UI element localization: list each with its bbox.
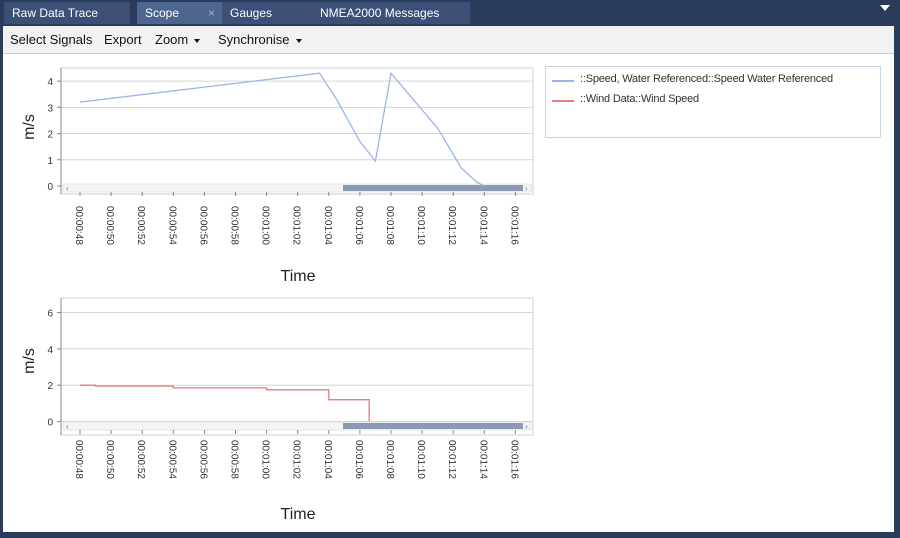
legend-label: ::Speed, Water Referenced::Speed Water R… — [580, 73, 833, 85]
y-tick-label: 1 — [47, 156, 53, 167]
x-tick-label: 00:00:50 — [104, 440, 115, 479]
x-tick-label: 00:01:08 — [384, 206, 395, 245]
x-tick-label: 00:00:54 — [166, 206, 177, 245]
x-tick-label: 00:00:58 — [229, 206, 240, 245]
plot-area — [60, 67, 534, 195]
scroll-right-icon: › — [525, 184, 528, 193]
x-tick-label: 00:01:10 — [415, 440, 426, 479]
y-tick-label: 4 — [47, 345, 53, 356]
tab-label: NMEA2000 Messages — [320, 6, 440, 20]
y-tick-label: 6 — [47, 309, 53, 320]
legend-swatch — [552, 80, 574, 82]
close-icon[interactable]: × — [208, 2, 215, 24]
x-tick-label: 00:01:12 — [446, 206, 457, 245]
x-tick-label: 00:01:06 — [353, 440, 364, 479]
scroll-left-icon: ‹ — [66, 184, 69, 193]
x-tick-label: 00:00:52 — [135, 440, 146, 479]
x-tick-label: 00:01:14 — [477, 206, 488, 245]
legend-swatch — [552, 100, 574, 102]
x-tick-label: 00:01:00 — [260, 440, 271, 479]
x-tick-label: 00:00:56 — [197, 206, 208, 245]
scroll-left-icon: ‹ — [66, 422, 69, 431]
x-tick-label: 00:01:10 — [415, 206, 426, 245]
scroll-right-icon: › — [525, 422, 528, 431]
y-tick-label: 0 — [47, 418, 53, 429]
x-tick-label: 00:01:16 — [508, 206, 519, 245]
chart-1: 0 1 2 3 4 ‹ › 00:00:48 00:00:50 00:00:52 00:00:54 0… — [21, 67, 534, 285]
tab-raw-data-trace[interactable]: Raw Data Trace — [4, 2, 130, 24]
x-axis-title: Time — [281, 268, 316, 285]
x-tick-label: 00:01:00 — [260, 206, 271, 245]
x-tick-label: 00:01:02 — [291, 206, 302, 245]
tab-scope[interactable]: Scope × — [137, 2, 223, 24]
y-tick-label: 2 — [47, 130, 53, 141]
tab-label: Gauges — [230, 6, 273, 20]
x-tick-label: 00:01:02 — [291, 440, 302, 479]
x-tick-label: 00:00:48 — [73, 206, 84, 245]
chevron-down-icon[interactable] — [880, 5, 890, 11]
x-tick-label: 00:00:58 — [229, 440, 240, 479]
y-tick-label: 3 — [47, 103, 53, 114]
x-tick-label: 00:01:04 — [322, 206, 333, 245]
x-tick-label: 00:01:16 — [508, 440, 519, 479]
y-axis-title: m/s — [21, 114, 38, 140]
scope-panel: Select Signals Export Zoom Synchronise 0… — [3, 26, 894, 532]
x-tick-label: 00:01:06 — [353, 206, 364, 245]
x-axis-title: Time — [281, 506, 316, 523]
scrollbar-thumb — [343, 185, 523, 191]
tab-label: Scope — [145, 6, 180, 20]
y-axis-title: m/s — [21, 348, 38, 374]
x-tick-label: 00:01:14 — [477, 440, 488, 479]
x-tick-label: 00:00:50 — [104, 206, 115, 245]
x-tick-label: 00:00:48 — [73, 440, 84, 479]
scrollbar-thumb — [343, 423, 523, 429]
x-tick-label: 00:01:08 — [384, 440, 395, 479]
y-tick-label: 4 — [47, 77, 53, 88]
tab-label: Raw Data Trace — [12, 6, 99, 20]
x-tick-label: 00:00:56 — [197, 440, 208, 479]
plot-area — [60, 297, 534, 436]
x-tick-label: 00:01:12 — [446, 440, 457, 479]
y-tick-label: 0 — [47, 182, 53, 193]
chart-2: 0 2 4 6 ‹ › 00:00:48 00:00:50 00:00:52 00:00:54 00… — [21, 297, 534, 523]
x-tick-label: 00:00:52 — [135, 206, 146, 245]
tab-nmea2000-messages[interactable]: NMEA2000 Messages — [312, 2, 470, 24]
x-tick-label: 00:01:04 — [322, 440, 333, 479]
x-tick-label: 00:00:54 — [166, 440, 177, 479]
document-tab-strip: Raw Data Trace Scope × Gauges NMEA2000 Me… — [0, 0, 900, 26]
legend-label: ::Wind Data::Wind Speed — [580, 93, 699, 105]
y-tick-label: 2 — [47, 381, 53, 392]
tab-gauges[interactable]: Gauges — [222, 2, 312, 24]
chart-legend: ::Speed, Water Referenced::Speed Water R… — [545, 66, 881, 138]
